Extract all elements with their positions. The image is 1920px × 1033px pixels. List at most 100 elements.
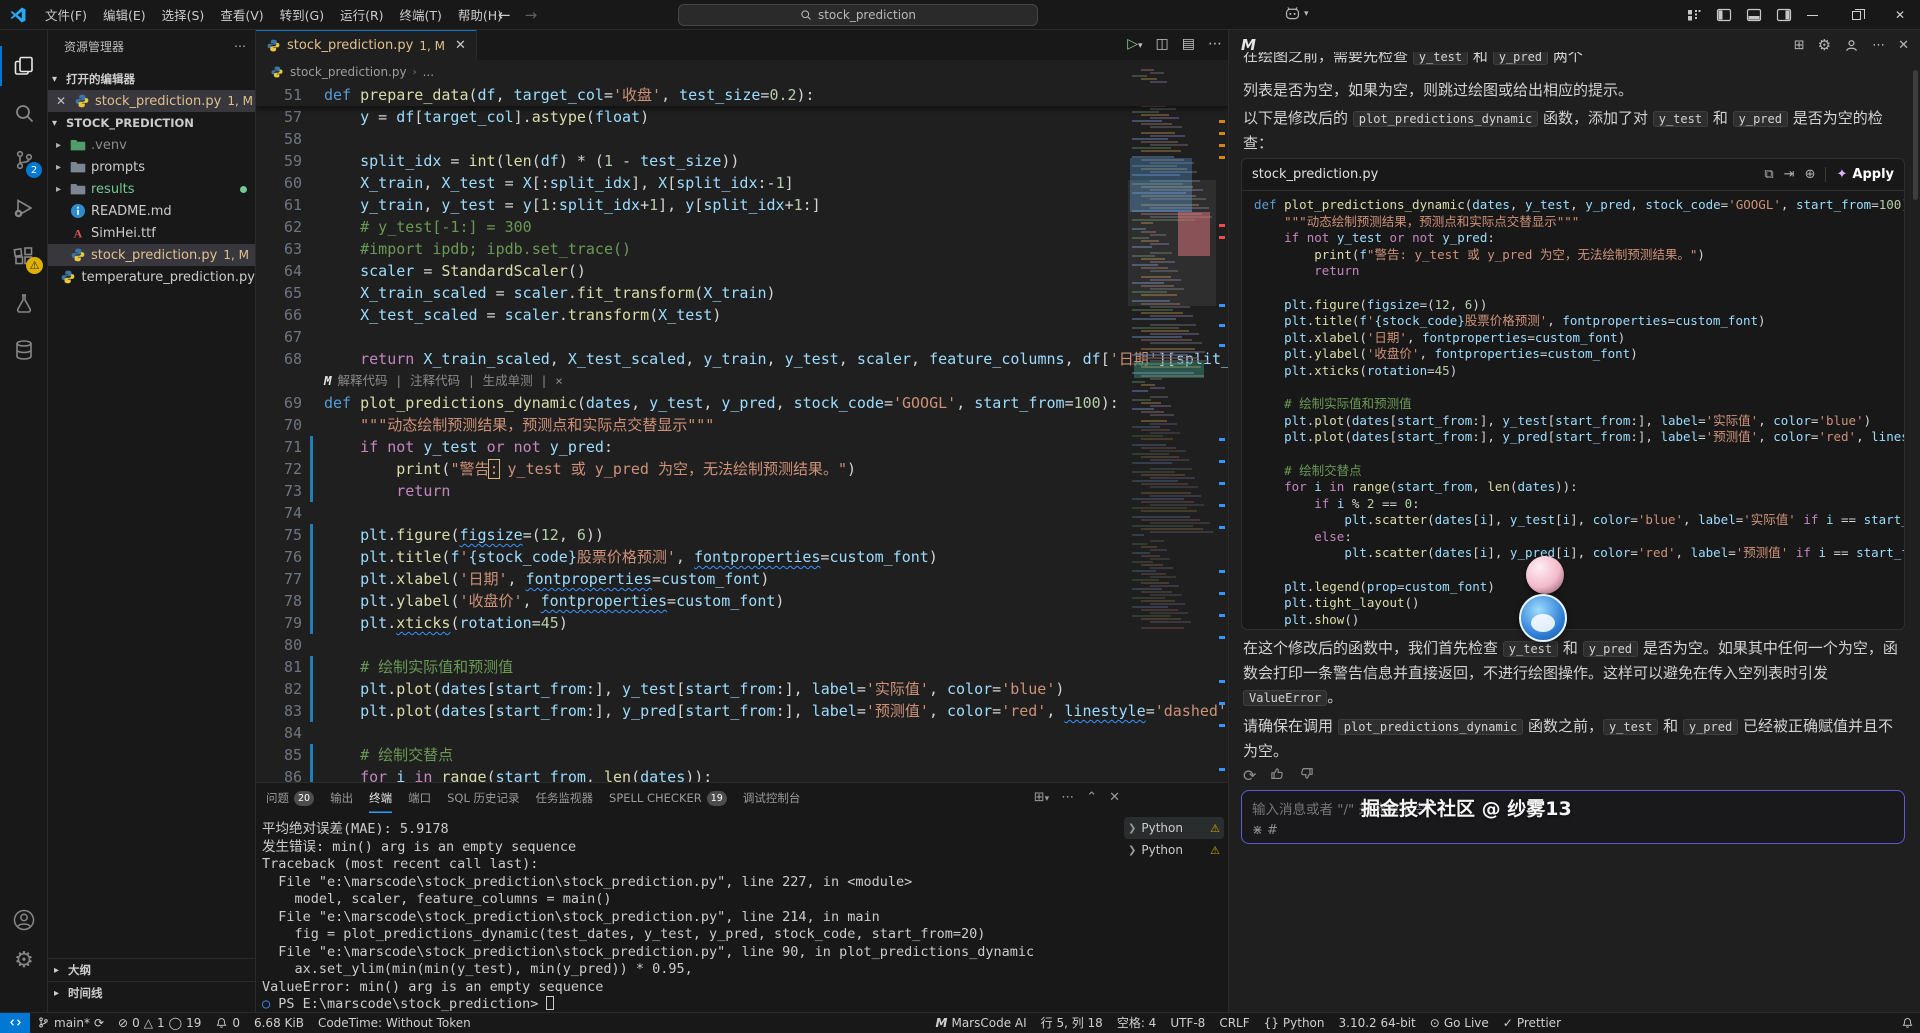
breadcrumb[interactable]: stock_prediction.py › ... [256, 60, 434, 84]
status-item-CRLF[interactable]: CRLF [1212, 1013, 1256, 1033]
apply-button[interactable]: ✦Apply [1825, 167, 1894, 182]
command-center-search[interactable]: stock_prediction [678, 4, 1038, 26]
marscode-inline-actions[interactable]: M解释代码 | 注释代码 | 生成单测 | × [256, 370, 1228, 392]
source-control-icon[interactable]: 2 [0, 140, 48, 180]
terminal-prompt[interactable]: ○ PS E:\marscode\stock_prediction> [262, 996, 1034, 1014]
file-item-results[interactable]: ▸results [48, 178, 255, 200]
nav-back-icon[interactable]: ← [498, 6, 511, 24]
code-area[interactable]: 57 y = df[target_col].astype(float)5859 … [256, 106, 1228, 782]
file-size-item[interactable]: 6.68 KiB [247, 1013, 311, 1033]
thumbs-up-icon[interactable] [1270, 766, 1285, 781]
notifications-count-item[interactable]: 0 [208, 1013, 247, 1033]
insert-code-icon[interactable]: ⇥ [1784, 167, 1795, 182]
close-panel-icon[interactable]: ✕ [1109, 790, 1120, 805]
panel-tab-问题[interactable]: 问题20 [266, 783, 314, 813]
editor-layout-icon[interactable]: ▤ [1182, 36, 1195, 52]
minimap[interactable] [1128, 62, 1216, 642]
ai-code-block[interactable]: def plot_predictions_dynamic(dates, y_te… [1242, 191, 1904, 630]
run-debug-icon[interactable] [0, 188, 48, 228]
editor-more-icon[interactable]: ⋯ [1208, 36, 1222, 52]
panel-tab-端口[interactable]: 端口 [408, 783, 431, 813]
terminal-instance-Python[interactable]: ❯Python⚠ [1124, 839, 1224, 861]
panel-tab-SQL 历史记录[interactable]: SQL 历史记录 [447, 783, 519, 813]
ai-chat-input[interactable]: 输入消息或者 "/" 来选择指令 ⋇ # [1241, 790, 1905, 844]
status-item-Prettier[interactable]: ✓ Prettier [1496, 1013, 1568, 1033]
tab-stock-prediction[interactable]: stock_prediction.py 1, M ✕ [256, 30, 477, 60]
settings-gear-icon[interactable]: ⚙ [0, 940, 48, 980]
menu-文件(F)[interactable]: 文件(F) [37, 2, 95, 27]
profile-icon[interactable] [1844, 38, 1859, 53]
database-icon[interactable] [0, 330, 48, 370]
bell-icon[interactable] [1901, 1016, 1914, 1029]
panel-tab-任务监视器[interactable]: 任务监视器 [536, 783, 594, 813]
panel-tab-终端[interactable]: 终端 [369, 783, 392, 813]
status-item-行 5, 列 18[interactable]: 行 5, 列 18 [1034, 1013, 1110, 1033]
menu-终端(T)[interactable]: 终端(T) [392, 2, 450, 27]
menu-转到(G)[interactable]: 转到(G) [272, 2, 332, 27]
floating-avatar-cat[interactable] [1519, 594, 1567, 642]
terminal-output[interactable]: 平均绝对误差(MAE): 5.9178发生错误: min() arg is an… [262, 821, 1034, 1014]
copilot-menu[interactable]: ▾ [1284, 5, 1309, 22]
status-item-3.10.2 64-bit[interactable]: 3.10.2 64-bit [1332, 1013, 1423, 1033]
status-item-Go Live[interactable]: ⊙ Go Live [1423, 1013, 1496, 1033]
panel-tab-输出[interactable]: 输出 [330, 783, 353, 813]
ai-more-icon[interactable]: ⋯ [1872, 38, 1885, 53]
file-item-prompts[interactable]: ▸prompts [48, 156, 255, 178]
status-item-UTF-8[interactable]: UTF-8 [1163, 1013, 1212, 1033]
status-item-Python[interactable]: {} Python [1257, 1013, 1332, 1033]
remote-indicator[interactable] [0, 1013, 30, 1033]
search-icon[interactable] [0, 94, 48, 134]
file-item-stock_prediction.py[interactable]: stock_prediction.py1, M [48, 244, 255, 266]
panel-tab-SPELL CHECKER[interactable]: SPELL CHECKER19 [609, 783, 727, 813]
thumbs-down-icon[interactable] [1299, 766, 1314, 781]
menu-运行(R)[interactable]: 运行(R) [332, 2, 391, 27]
testing-icon[interactable] [0, 284, 48, 324]
minimize-button[interactable] [1790, 0, 1834, 30]
file-item-SimHei.ttf[interactable]: ASimHei.ttf [48, 222, 255, 244]
floating-avatar-girl[interactable] [1526, 556, 1564, 594]
ai-close-icon[interactable]: ✕ [1898, 38, 1909, 53]
status-item-空格: 4[interactable]: 空格: 4 [1110, 1013, 1164, 1033]
regenerate-icon[interactable]: ⟳ [1243, 766, 1256, 785]
toggle-panel-icon[interactable] [1746, 7, 1762, 23]
open-editors-header[interactable]: ▾ 打开的编辑器 [48, 68, 255, 90]
timeline-section[interactable]: ▸ 时间线 [48, 981, 256, 1004]
explorer-more-icon[interactable]: ⋯ [234, 39, 247, 53]
outline-section[interactable]: ▸ 大纲 [48, 958, 256, 981]
file-item-.venv[interactable]: ▸.venv [48, 134, 255, 156]
codetime-item[interactable]: CodeTime: Without Token [311, 1013, 478, 1033]
tab-close-icon[interactable]: ✕ [455, 38, 466, 53]
new-chat-icon[interactable]: ⊞ [1794, 38, 1805, 53]
split-editor-icon[interactable]: ◫ [1156, 36, 1169, 52]
status-item-MarsCode AI[interactable]: M MarsCode AI [929, 1013, 1034, 1033]
extensions-icon[interactable]: ⚠ [0, 236, 48, 276]
file-item-temperature_prediction.py[interactable]: temperature_prediction.py [48, 266, 255, 288]
close-button[interactable]: ✕ [1878, 0, 1920, 30]
account-icon[interactable] [0, 900, 48, 940]
copy-code-icon[interactable]: ⧉ [1764, 167, 1773, 182]
sticky-scroll-line[interactable]: 51def prepare_data(df, target_col='收盘', … [256, 84, 1228, 106]
menu-查看(V)[interactable]: 查看(V) [212, 2, 271, 27]
project-header[interactable]: ▾ STOCK_PREDICTION [48, 112, 255, 134]
file-item-README.md[interactable]: README.md [48, 200, 255, 222]
maximize-panel-icon[interactable]: ⌃ [1086, 790, 1097, 805]
restore-button[interactable] [1834, 0, 1878, 30]
menu-编辑(E)[interactable]: 编辑(E) [95, 2, 154, 27]
ai-input-tools[interactable]: ⋇ # [1252, 823, 1278, 838]
nav-forward-icon[interactable]: → [525, 6, 538, 24]
toggle-sidebar-icon[interactable] [1716, 7, 1732, 23]
new-file-icon[interactable]: ⊕ [1805, 167, 1816, 182]
ai-scrollbar[interactable] [1913, 70, 1918, 200]
explorer-icon[interactable] [0, 46, 48, 86]
new-terminal-icon[interactable]: ⊞▾ [1034, 790, 1049, 805]
problems-item[interactable]: ⊘0 △1 ◯19 [111, 1013, 208, 1033]
panel-tab-调试控制台[interactable]: 调试控制台 [743, 783, 801, 813]
menu-选择(S)[interactable]: 选择(S) [154, 2, 213, 27]
customize-layout-icon[interactable] [1686, 7, 1702, 23]
panel-more-icon[interactable]: ⋯ [1061, 790, 1074, 805]
open-editor-item[interactable]: ✕stock_prediction.py1, M [48, 90, 255, 112]
terminal-instance-Python[interactable]: ❯Python⚠ [1124, 817, 1224, 839]
git-branch-item[interactable]: main* ⟳ [30, 1013, 111, 1033]
close-icon[interactable]: ✕ [56, 94, 70, 108]
run-python-file-button[interactable]: ▷▾ [1127, 36, 1142, 52]
